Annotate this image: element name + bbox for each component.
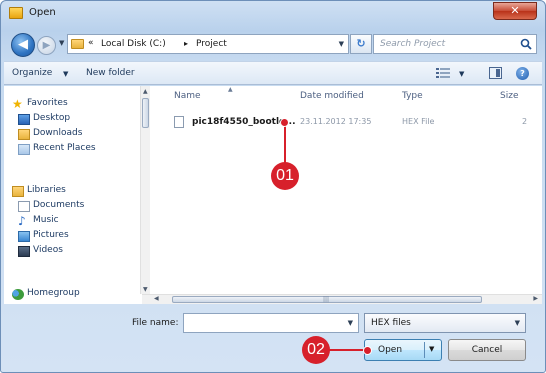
file-name-label: File name:	[132, 318, 179, 328]
column-header-type[interactable]: Type	[402, 91, 423, 101]
nav-label: Downloads	[33, 128, 83, 138]
documents-icon	[18, 201, 30, 212]
breadcrumb-local-disk[interactable]: Local Disk (C:)	[101, 39, 166, 49]
address-bar[interactable]: « Local Disk (C:) ▸ Project ▼	[67, 34, 349, 54]
content-area: ★ Favorites Desktop Downloads Recent Pla…	[4, 86, 542, 304]
back-button[interactable]: ◀	[11, 33, 35, 57]
column-header-date-modified[interactable]: Date modified	[300, 91, 364, 101]
split-divider	[424, 342, 425, 358]
nav-label: Videos	[33, 245, 63, 255]
scroll-down-icon[interactable]: ▼	[143, 286, 148, 293]
folder-icon	[9, 7, 23, 19]
nav-label: Desktop	[33, 113, 71, 123]
cancel-button[interactable]: Cancel	[448, 339, 526, 361]
search-icon[interactable]	[520, 38, 532, 50]
callout-dot	[280, 118, 289, 127]
nav-label: Recent Places	[33, 143, 96, 153]
search-input[interactable]: Search Project	[373, 34, 537, 54]
horizontal-scrollbar[interactable]: ◀ ||| ▶	[142, 294, 542, 304]
sort-ascending-icon: ▲	[228, 86, 233, 93]
forward-button[interactable]: ▶	[37, 36, 56, 55]
column-header-size[interactable]: Size	[500, 91, 518, 101]
open-button-label: Open	[378, 345, 403, 355]
recent-places-icon	[18, 144, 30, 155]
column-header-name[interactable]: Name	[174, 91, 201, 101]
new-folder-button[interactable]: New folder	[86, 68, 135, 78]
open-dialog: Open ✕ ◀ ▶ ▼ « Local Disk (C:) ▸ Project…	[0, 0, 546, 373]
chevron-down-icon[interactable]: ▼	[459, 70, 464, 78]
file-list: ▲ Name Date modified Type Size pic18f455…	[152, 86, 542, 294]
nav-label: Music	[33, 215, 59, 225]
chevron-down-icon[interactable]: ▼	[339, 40, 344, 48]
callout-leader-line	[329, 349, 366, 351]
file-type: HEX File	[402, 117, 435, 126]
homegroup-icon	[12, 289, 24, 300]
chevron-down-icon[interactable]: ▼	[63, 70, 68, 78]
music-icon: ♪	[18, 214, 26, 228]
file-icon	[174, 116, 184, 128]
scroll-left-icon[interactable]: ◀	[154, 295, 159, 302]
file-row[interactable]: pic18f4550_bootlo... 23.11.2012 17:35 HE…	[170, 114, 540, 130]
nav-label: Favorites	[27, 98, 68, 108]
file-name-input[interactable]: ▼	[183, 313, 359, 333]
scroll-right-icon[interactable]: ▶	[533, 295, 538, 302]
nav-vertical-scrollbar[interactable]: ▲ ▼	[140, 86, 150, 294]
desktop-icon	[18, 114, 30, 125]
scroll-thumb[interactable]: |||	[172, 296, 482, 303]
chevron-right-icon[interactable]: ▸	[184, 39, 188, 48]
close-button[interactable]: ✕	[493, 2, 537, 20]
window-title: Open	[29, 7, 56, 18]
title-bar: Open ✕	[1, 1, 545, 27]
organize-button[interactable]: Organize	[12, 68, 52, 78]
help-icon[interactable]: ?	[516, 67, 529, 80]
file-type-select[interactable]: HEX files ▼	[364, 313, 526, 333]
callout-badge-01: 01	[271, 162, 299, 190]
pictures-icon	[18, 231, 30, 242]
scroll-up-icon[interactable]: ▲	[143, 88, 148, 95]
downloads-icon	[18, 129, 30, 140]
chevron-down-icon[interactable]: ▼	[515, 319, 520, 327]
breadcrumb-project[interactable]: Project	[196, 39, 227, 49]
file-size: 2	[522, 117, 528, 126]
callout-dot	[363, 346, 372, 355]
videos-icon	[18, 246, 30, 257]
star-icon: ★	[12, 97, 23, 111]
nav-label: Pictures	[33, 230, 69, 240]
command-bar: Organize ▼ New folder ▼ ?	[4, 61, 542, 85]
chevron-down-icon[interactable]: ▼	[429, 345, 434, 353]
nav-label: Documents	[33, 200, 85, 210]
grip-icon: |||	[323, 296, 330, 303]
chevron-down-icon[interactable]: ▼	[348, 319, 353, 327]
nav-label: Homegroup	[27, 288, 80, 298]
preview-pane-icon[interactable]	[489, 67, 502, 79]
callout-badge-02: 02	[302, 336, 330, 364]
recent-pages-dropdown[interactable]: ▼	[59, 39, 64, 47]
folder-icon	[71, 39, 84, 49]
file-date-modified: 23.11.2012 17:35	[300, 117, 372, 126]
callout-leader-line	[284, 123, 286, 163]
chevron-left-icon[interactable]: «	[88, 38, 94, 48]
open-button[interactable]: Open ▼	[364, 339, 442, 361]
search-placeholder: Search Project	[380, 39, 446, 49]
navigation-pane: ★ Favorites Desktop Downloads Recent Pla…	[4, 86, 150, 304]
scroll-thumb[interactable]	[142, 98, 149, 128]
nav-label: Libraries	[27, 185, 66, 195]
refresh-button[interactable]: ↻	[350, 34, 372, 54]
file-type-value: HEX files	[371, 318, 411, 328]
libraries-icon	[12, 186, 24, 197]
views-icon[interactable]	[436, 68, 450, 79]
